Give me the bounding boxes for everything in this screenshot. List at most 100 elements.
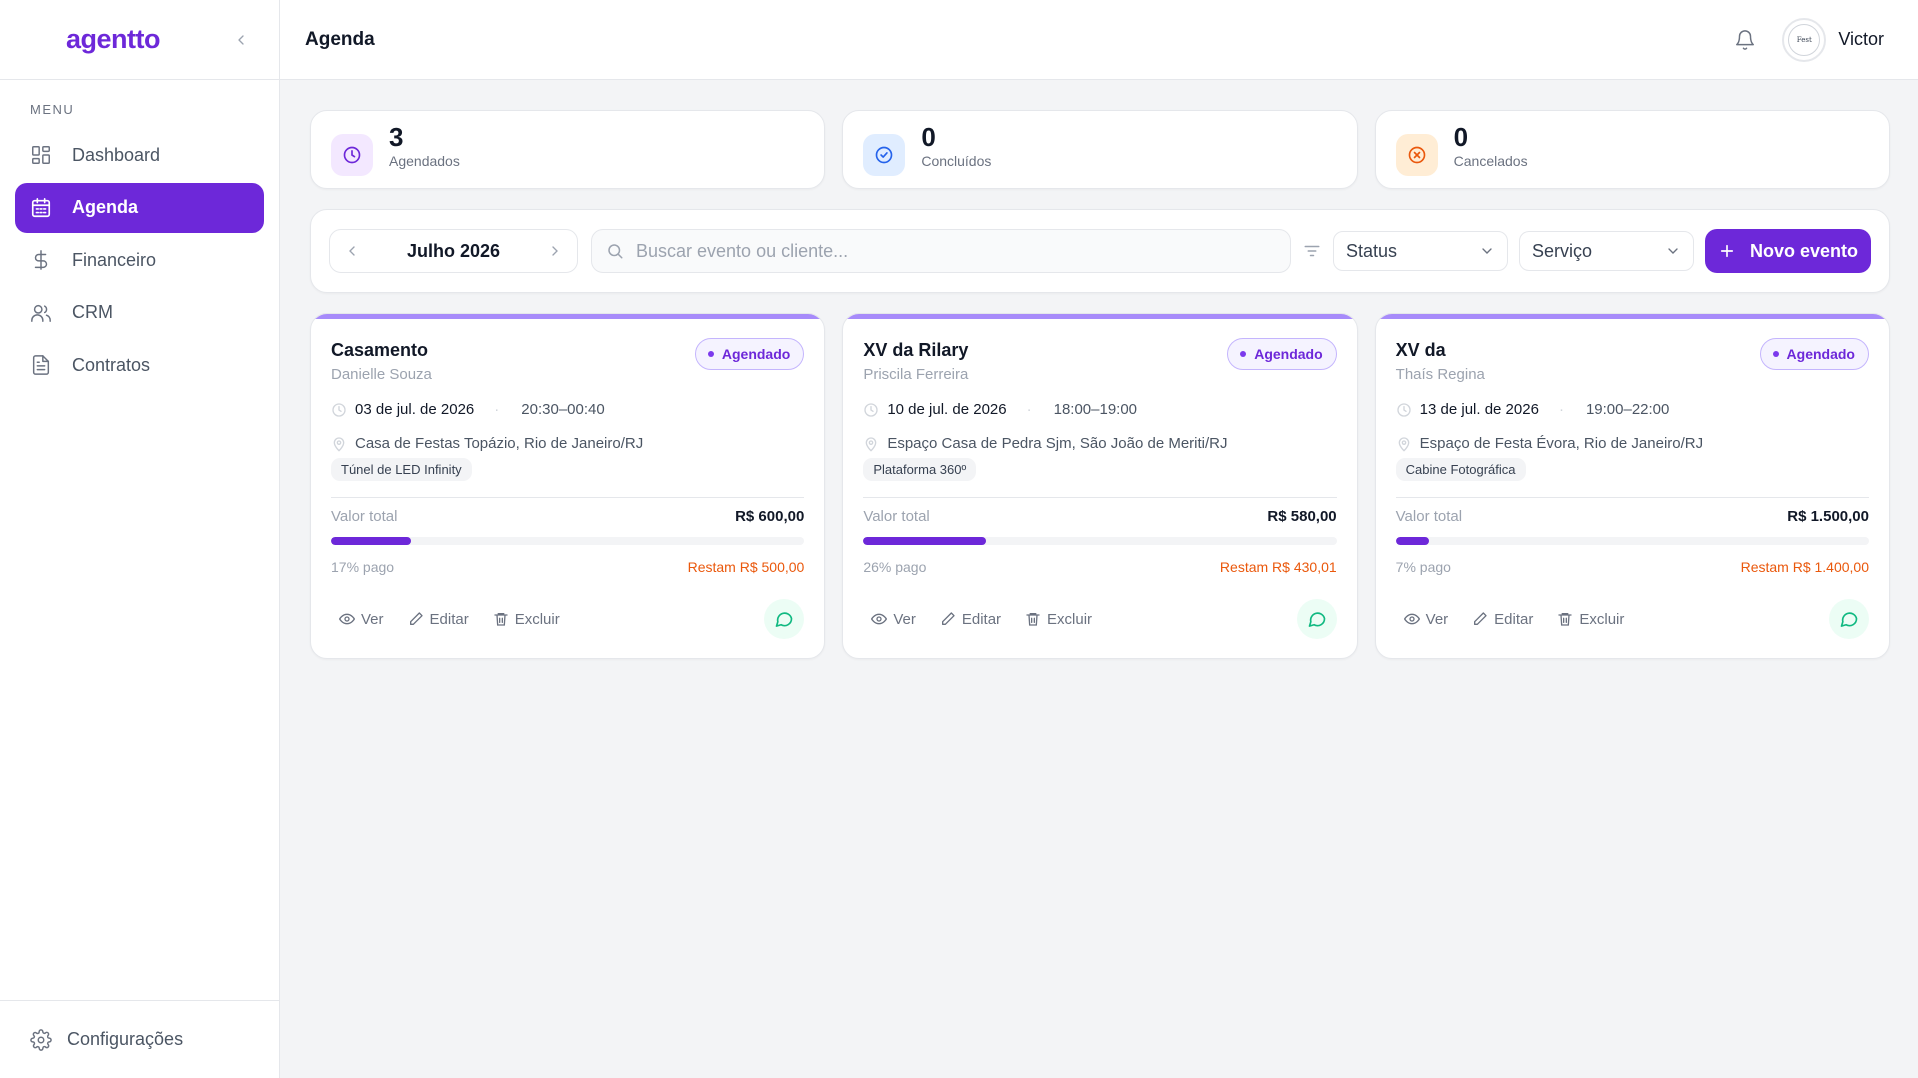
stat-card-agendados: 3 Agendados (310, 110, 826, 189)
trash-icon (1025, 611, 1041, 627)
edit-label: Editar (429, 610, 469, 628)
event-client: Thaís Regina (1395, 366, 1485, 383)
sidebar-item-configuracoes[interactable]: Configurações (0, 1000, 279, 1078)
new-event-button[interactable]: Novo evento (1705, 229, 1871, 273)
delete-button[interactable]: Excluir (1557, 611, 1624, 628)
sidebar-item-dashboard[interactable]: Dashboard (15, 130, 264, 180)
total-value: R$ 580,00 (1267, 508, 1337, 525)
view-button[interactable]: Ver (871, 611, 916, 628)
view-button[interactable]: Ver (339, 611, 384, 628)
event-client: Danielle Souza (331, 366, 432, 383)
event-card[interactable]: XV da Rilary Priscila Ferreira Agendado … (842, 313, 1358, 659)
view-label: Ver (361, 610, 384, 628)
payment-progress-fill (331, 537, 412, 545)
payment-progress (863, 537, 1337, 545)
stat-card-cancelados: 0 Cancelados (1374, 110, 1890, 189)
stat-label: Concluídos (921, 152, 992, 169)
pencil-icon (1472, 611, 1488, 627)
user-name[interactable]: Victor (1838, 29, 1884, 50)
chevron-right-icon[interactable] (547, 243, 563, 259)
search-input[interactable] (636, 240, 1276, 262)
stat-value: 0 (921, 121, 936, 152)
sidebar-item-crm[interactable]: CRM (15, 288, 264, 338)
event-card[interactable]: XV da Thaís Regina Agendado 13 de jul. d… (1374, 313, 1890, 659)
clock-icon (331, 402, 347, 418)
edit-button[interactable]: Editar (1472, 611, 1533, 628)
sidebar-item-financeiro[interactable]: Financeiro (15, 235, 264, 285)
chevron-down-icon (1479, 243, 1495, 259)
sidebar-footer-label: Configurações (67, 1029, 184, 1049)
total-value: R$ 1.500,00 (1787, 508, 1869, 525)
event-date: 03 de jul. de 2026 (355, 401, 475, 418)
plus-icon (1718, 242, 1736, 260)
payment-progress-fill (1395, 537, 1429, 545)
sidebar: agentto MENU Dashboard Agenda Financeiro (0, 0, 280, 1078)
x-circle-icon (1395, 133, 1438, 176)
event-date: 10 de jul. de 2026 (887, 401, 1007, 418)
clock-icon (331, 133, 373, 176)
edit-button[interactable]: Editar (408, 611, 469, 628)
paid-percent: 17% pago (331, 559, 395, 575)
chevron-left-icon[interactable] (344, 243, 360, 259)
sidebar-item-agenda[interactable]: Agenda (15, 182, 264, 233)
whatsapp-button[interactable] (1296, 599, 1337, 639)
filter-icon[interactable] (1303, 242, 1321, 260)
page-title: Agenda (305, 28, 375, 50)
chat-icon (1839, 609, 1859, 629)
edit-button[interactable]: Editar (940, 611, 1001, 628)
chevron-left-icon[interactable] (233, 32, 249, 48)
event-location: Espaço de Festa Évora, Rio de Janeiro/RJ (1419, 435, 1704, 452)
chevron-down-icon (1665, 243, 1681, 259)
paid-percent: 7% pago (1395, 559, 1451, 575)
stat-label: Cancelados (1453, 152, 1528, 169)
status-select[interactable]: Status (1333, 231, 1508, 271)
gear-icon (30, 1028, 52, 1051)
event-time: 20:30–00:40 (521, 401, 605, 418)
eye-icon (871, 611, 888, 627)
map-pin-icon (863, 436, 879, 452)
total-label: Valor total (863, 508, 930, 525)
bell-icon[interactable] (1734, 29, 1756, 51)
delete-label: Excluir (1047, 610, 1093, 628)
remaining-amount: Restam R$ 430,01 (1219, 559, 1337, 575)
clock-icon (1396, 402, 1412, 418)
paid-percent: 26% pago (863, 559, 927, 575)
edit-label: Editar (1494, 610, 1534, 628)
delete-label: Excluir (1579, 610, 1625, 628)
check-circle-icon (863, 133, 906, 176)
view-button[interactable]: Ver (1403, 611, 1448, 628)
status-badge: Agendado (1227, 338, 1337, 370)
event-date: 13 de jul. de 2026 (1419, 401, 1539, 418)
remaining-amount: Restam R$ 1.400,00 (1740, 559, 1869, 575)
calendar-icon (30, 197, 52, 219)
remaining-amount: Restam R$ 500,00 (687, 559, 805, 575)
event-card[interactable]: Casamento Danielle Souza Agendado 03 de … (310, 313, 826, 659)
delete-button[interactable]: Excluir (493, 611, 560, 628)
whatsapp-button[interactable] (764, 599, 805, 639)
brand-logo[interactable]: agentto (66, 24, 161, 55)
sidebar-item-contratos[interactable]: Contratos (15, 340, 264, 390)
brand-bar: agentto (0, 0, 279, 80)
delete-button[interactable]: Excluir (1025, 611, 1092, 628)
users-icon (30, 302, 52, 324)
event-location: Casa de Festas Topázio, Rio de Janeiro/R… (355, 435, 644, 452)
service-select[interactable]: Serviço (1519, 231, 1694, 271)
service-tag: Plataforma 360º (863, 458, 977, 481)
month-label: Julho 2026 (406, 240, 501, 261)
sidebar-nav: Dashboard Agenda Financeiro CRM Contrato… (0, 130, 279, 390)
month-navigator: Julho 2026 (329, 229, 578, 273)
event-client: Priscila Ferreira (863, 366, 969, 383)
event-title: Casamento (331, 340, 429, 360)
status-badge-label: Agendado (1786, 346, 1855, 362)
view-label: Ver (893, 610, 916, 628)
payment-progress-fill (863, 537, 987, 545)
avatar[interactable]: Fest (1782, 17, 1827, 62)
service-select-value: Serviço (1532, 240, 1593, 261)
map-pin-icon (1396, 436, 1412, 452)
status-badge-label: Agendado (721, 346, 791, 362)
whatsapp-button[interactable] (1828, 599, 1869, 639)
total-value: R$ 600,00 (735, 508, 805, 525)
menu-label: MENU (30, 102, 75, 117)
main-content: 3 Agendados 0 Concluídos 0 Cancelados Ju… (280, 80, 1918, 1078)
search-icon (606, 242, 624, 260)
